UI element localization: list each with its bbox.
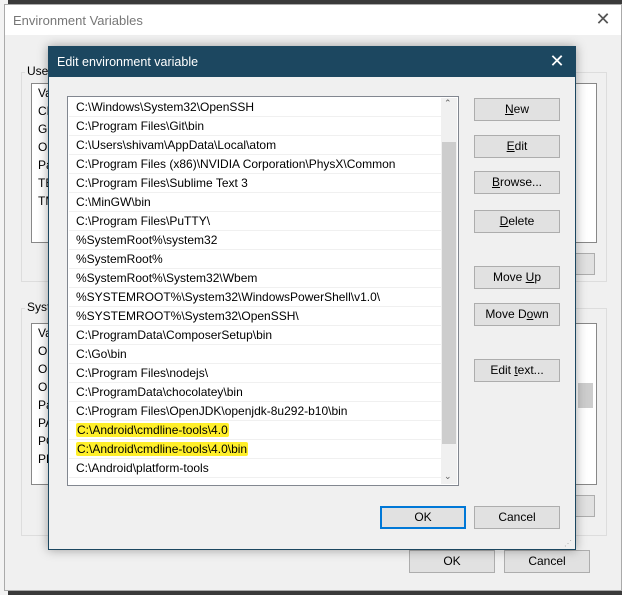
edit-button[interactable]: Edit <box>474 135 560 158</box>
path-list-item[interactable]: C:\Users\shivam\AppData\Local\atom <box>69 136 442 155</box>
path-list-item[interactable]: C:\MinGW\bin <box>69 193 442 212</box>
move-down-button[interactable]: Move Down <box>474 303 560 326</box>
window-title: Environment Variables <box>13 13 143 28</box>
move-up-button[interactable]: Move Up <box>474 266 560 289</box>
path-text: %SystemRoot%\system32 <box>76 233 218 247</box>
outer-ok-button[interactable]: OK <box>409 550 495 573</box>
close-icon[interactable]: ✕ <box>591 9 615 30</box>
path-text: C:\Program Files\Sublime Text 3 <box>76 176 248 190</box>
path-list-item[interactable]: C:\Program Files\Sublime Text 3 <box>69 174 442 193</box>
new-button[interactable]: New <box>474 98 560 121</box>
path-list-item[interactable]: %SystemRoot% <box>69 250 442 269</box>
path-text: C:\Program Files\nodejs\ <box>76 366 209 380</box>
resize-grip-icon[interactable]: ⋰ <box>564 539 572 548</box>
title-bar: Environment Variables ✕ <box>5 5 621 35</box>
path-list-item[interactable]: C:\ProgramData\chocolatey\bin <box>69 383 442 402</box>
path-list-item[interactable]: C:\Android\cmdline-tools\4.0 <box>69 421 442 440</box>
close-icon[interactable]: ✕ <box>547 51 567 72</box>
edit-environment-variable-dialog: Edit environment variable ✕ ⌃ ⌄ C:\Windo… <box>48 46 576 550</box>
path-list-item[interactable]: C:\Program Files\PuTTY\ <box>69 212 442 231</box>
path-list-item[interactable]: C:\Program Files\Git\bin <box>69 117 442 136</box>
ok-button[interactable]: OK <box>380 506 466 529</box>
browse-button[interactable]: Browse... <box>474 171 560 194</box>
edit-text-button[interactable]: Edit text... <box>474 359 560 382</box>
path-text: C:\Program Files (x86)\NVIDIA Corporatio… <box>76 157 396 171</box>
path-text: C:\Android\cmdline-tools\4.0 <box>76 423 229 437</box>
path-text: %SystemRoot%\System32\Wbem <box>76 271 258 285</box>
path-text: C:\ProgramData\chocolatey\bin <box>76 385 243 399</box>
path-text: %SystemRoot% <box>76 252 163 266</box>
path-list[interactable]: ⌃ ⌄ C:\Windows\System32\OpenSSH C:\Progra… <box>67 96 459 486</box>
path-text: C:\Users\shivam\AppData\Local\atom <box>76 138 277 152</box>
path-list-item[interactable]: %SYSTEMROOT%\System32\OpenSSH\ <box>69 307 442 326</box>
cancel-button[interactable]: Cancel <box>474 506 560 529</box>
delete-button[interactable]: Delete <box>474 210 560 233</box>
path-text: C:\Go\bin <box>76 347 127 361</box>
scrollbar-thumb[interactable] <box>442 142 456 444</box>
path-list-item[interactable]: C:\Program Files (x86)\NVIDIA Corporatio… <box>69 155 442 174</box>
path-text: %SYSTEMROOT%\System32\WindowsPowerShell\… <box>76 290 381 304</box>
dialog-title: Edit environment variable <box>57 55 199 69</box>
scroll-down-icon[interactable]: ⌄ <box>444 471 452 482</box>
path-list-item[interactable]: C:\Go\bin <box>69 345 442 364</box>
path-list-item[interactable]: %SystemRoot%\system32 <box>69 231 442 250</box>
path-text: C:\Program Files\Git\bin <box>76 119 205 133</box>
dialog-title-bar: Edit environment variable ✕ <box>49 47 575 77</box>
path-text: C:\Android\cmdline-tools\4.0\bin <box>76 442 249 456</box>
vertical-scrollbar[interactable]: ⌃ ⌄ <box>441 98 457 484</box>
scroll-up-icon[interactable]: ⌃ <box>444 98 452 109</box>
path-list-item[interactable]: %SYSTEMROOT%\System32\WindowsPowerShell\… <box>69 288 442 307</box>
path-text: C:\Windows\System32\OpenSSH <box>76 100 255 114</box>
path-list-item[interactable]: C:\Android\cmdline-tools\4.0\bin <box>69 440 442 459</box>
path-list-item[interactable]: C:\ProgramData\ComposerSetup\bin <box>69 326 442 345</box>
path-list-item[interactable]: C:\Android\platform-tools <box>69 459 442 478</box>
path-list-item[interactable]: C:\Program Files\nodejs\ <box>69 364 442 383</box>
path-text: C:\Program Files\PuTTY\ <box>76 214 211 228</box>
path-text: C:\MinGW\bin <box>76 195 151 209</box>
path-text: C:\Program Files\OpenJDK\openjdk-8u292-b… <box>76 404 348 418</box>
system-scrollbar-thumb[interactable] <box>578 383 593 408</box>
outer-cancel-button[interactable]: Cancel <box>504 550 590 573</box>
path-list-item[interactable]: C:\Windows\System32\OpenSSH <box>69 98 442 117</box>
path-list-item[interactable]: %SystemRoot%\System32\Wbem <box>69 269 442 288</box>
path-text: C:\ProgramData\ComposerSetup\bin <box>76 328 273 342</box>
path-list-item[interactable]: C:\Program Files\OpenJDK\openjdk-8u292-b… <box>69 402 442 421</box>
path-text: C:\Android\platform-tools <box>76 461 209 475</box>
path-text: %SYSTEMROOT%\System32\OpenSSH\ <box>76 309 299 323</box>
